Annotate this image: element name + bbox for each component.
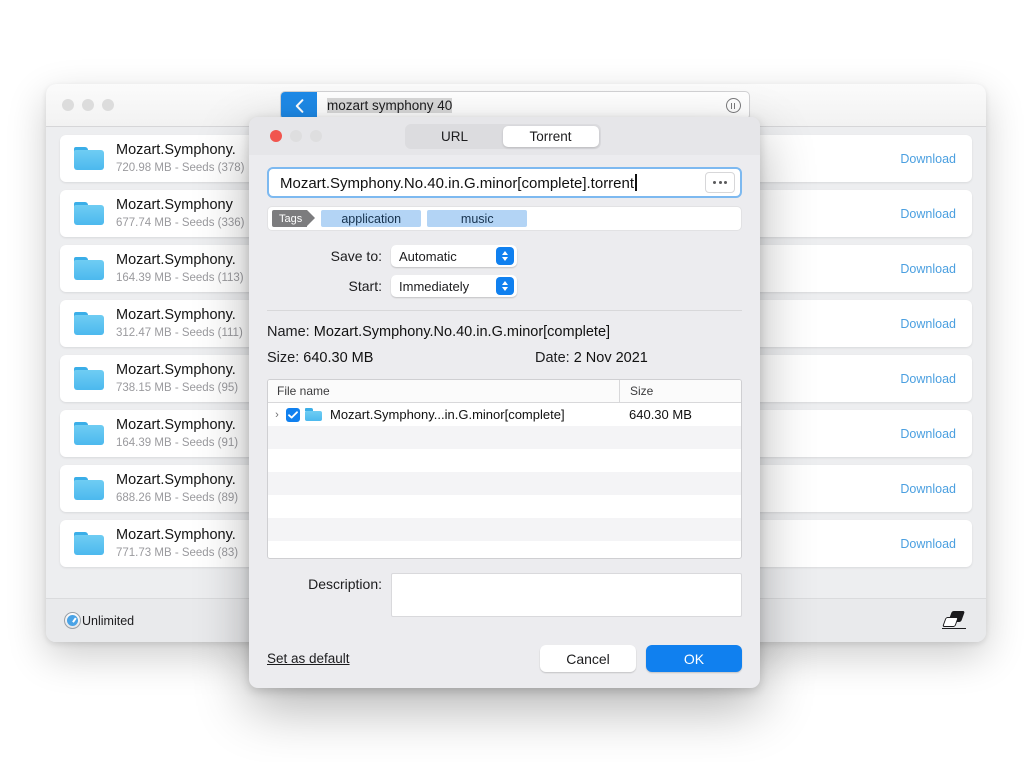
download-link[interactable]: Download: [900, 317, 956, 331]
size-value: 640.30 MB: [303, 350, 373, 366]
folder-icon: [72, 475, 106, 503]
save-to-row: Save to: Automatic: [267, 241, 742, 271]
table-row-empty: [268, 541, 741, 559]
date-group: Date: 2 Nov 2021: [535, 345, 648, 371]
tags-field[interactable]: Tags application music: [267, 206, 742, 231]
speed-limit-label: Unlimited: [82, 614, 134, 628]
column-header-size[interactable]: Size: [619, 380, 741, 402]
folder-icon: [72, 530, 106, 558]
search-bar[interactable]: mozart symphony 40: [280, 91, 750, 120]
tag-chip-music[interactable]: music: [427, 210, 527, 227]
dialog-footer: Set as default Cancel OK: [249, 645, 760, 688]
table-row-empty: [268, 472, 741, 495]
save-to-value: Automatic: [399, 249, 457, 264]
start-select[interactable]: Immediately: [391, 275, 517, 297]
zoom-button[interactable]: [102, 99, 114, 111]
file-checkbox[interactable]: [286, 408, 300, 422]
table-row-empty: [268, 426, 741, 449]
download-link[interactable]: Download: [900, 152, 956, 166]
tag-chip-application[interactable]: application: [321, 210, 421, 227]
footer-buttons: Cancel OK: [540, 645, 742, 672]
table-row-empty: [268, 518, 741, 541]
start-row: Start: Immediately: [267, 271, 742, 301]
chevron-updown-icon: [496, 277, 514, 295]
window-traffic-lights[interactable]: [62, 99, 114, 111]
table-row-empty: [268, 449, 741, 472]
description-label: Description:: [267, 573, 391, 595]
download-link[interactable]: Download: [900, 207, 956, 221]
eraser-icon[interactable]: [942, 610, 968, 632]
text-caret: [635, 174, 637, 191]
download-link[interactable]: Download: [900, 537, 956, 551]
table-row-empty: [268, 495, 741, 518]
size-label: Size:: [267, 350, 299, 366]
torrent-path-field[interactable]: Mozart.Symphony.No.40.in.G.minor[complet…: [267, 167, 742, 198]
torrent-path-input[interactable]: Mozart.Symphony.No.40.in.G.minor[complet…: [280, 174, 705, 192]
tags-badge: Tags: [272, 210, 307, 227]
close-button[interactable]: [62, 99, 74, 111]
torrent-size-date-line: Size: 640.30 MB Date: 2 Nov 2021: [267, 345, 742, 371]
date-value: 2 Nov 2021: [574, 350, 648, 366]
dialog-close-button[interactable]: [270, 130, 282, 142]
size-group: Size: 640.30 MB: [267, 345, 535, 371]
download-link[interactable]: Download: [900, 482, 956, 496]
folder-icon: [72, 145, 106, 173]
file-list-table[interactable]: File name Size › Mozart.Symphony...in.G.…: [267, 379, 742, 559]
pause-circle-icon[interactable]: [717, 98, 749, 113]
download-link[interactable]: Download: [900, 262, 956, 276]
tab-torrent[interactable]: Torrent: [503, 126, 599, 147]
download-link[interactable]: Download: [900, 427, 956, 441]
folder-icon: [72, 200, 106, 228]
file-size-cell: 640.30 MB: [619, 407, 741, 422]
minimize-button[interactable]: [82, 99, 94, 111]
torrent-path-value: Mozart.Symphony.No.40.in.G.minor[complet…: [280, 175, 634, 192]
source-type-segmented-control[interactable]: URL Torrent: [405, 124, 601, 149]
speedometer-icon: [64, 612, 81, 629]
table-row[interactable]: › Mozart.Symphony...in.G.minor[complete]…: [268, 403, 741, 426]
folder-icon: [72, 365, 106, 393]
torrent-info: Name: Mozart.Symphony.No.40.in.G.minor[c…: [249, 311, 760, 371]
start-value: Immediately: [399, 279, 469, 294]
save-to-select[interactable]: Automatic: [391, 245, 517, 267]
description-input[interactable]: [391, 573, 742, 617]
folder-icon: [72, 310, 106, 338]
chevron-right-icon[interactable]: ›: [268, 409, 286, 421]
dialog-top-section: Mozart.Symphony.No.40.in.G.minor[complet…: [249, 155, 760, 231]
add-torrent-dialog: URL Torrent Mozart.Symphony.No.40.in.G.m…: [249, 117, 760, 688]
dialog-titlebar: URL Torrent: [249, 117, 760, 155]
tab-url[interactable]: URL: [407, 126, 503, 147]
dialog-form-rows: Save to: Automatic Start: Immediately: [249, 231, 760, 301]
save-to-label: Save to:: [267, 248, 391, 264]
ok-button[interactable]: OK: [646, 645, 742, 672]
dialog-minimize-button: [290, 130, 302, 142]
name-value: Mozart.Symphony.No.40.in.G.minor[complet…: [314, 324, 610, 340]
browse-more-button[interactable]: [705, 172, 735, 193]
torrent-name-line: Name: Mozart.Symphony.No.40.in.G.minor[c…: [267, 319, 742, 345]
search-input[interactable]: mozart symphony 40: [317, 98, 717, 113]
back-icon[interactable]: [281, 92, 317, 119]
screen-root: mozart symphony 40 Mozart.Symphony. 720.…: [0, 0, 1024, 762]
start-label: Start:: [267, 278, 391, 294]
dialog-traffic-lights[interactable]: [270, 130, 322, 142]
cancel-button[interactable]: Cancel: [540, 645, 636, 672]
file-name-cell: Mozart.Symphony...in.G.minor[complete]: [330, 407, 619, 422]
folder-icon: [72, 255, 106, 283]
search-query-text: mozart symphony 40: [327, 98, 452, 113]
speed-limit-control[interactable]: Unlimited: [64, 612, 134, 629]
column-header-file-name[interactable]: File name: [268, 384, 619, 398]
dialog-zoom-button: [310, 130, 322, 142]
download-link[interactable]: Download: [900, 372, 956, 386]
table-header: File name Size: [268, 380, 741, 403]
date-label: Date:: [535, 350, 570, 366]
set-as-default-link[interactable]: Set as default: [267, 651, 350, 666]
name-label: Name:: [267, 324, 310, 340]
folder-icon: [72, 420, 106, 448]
chevron-updown-icon: [496, 247, 514, 265]
description-row: Description:: [249, 559, 760, 617]
folder-icon: [305, 408, 322, 421]
